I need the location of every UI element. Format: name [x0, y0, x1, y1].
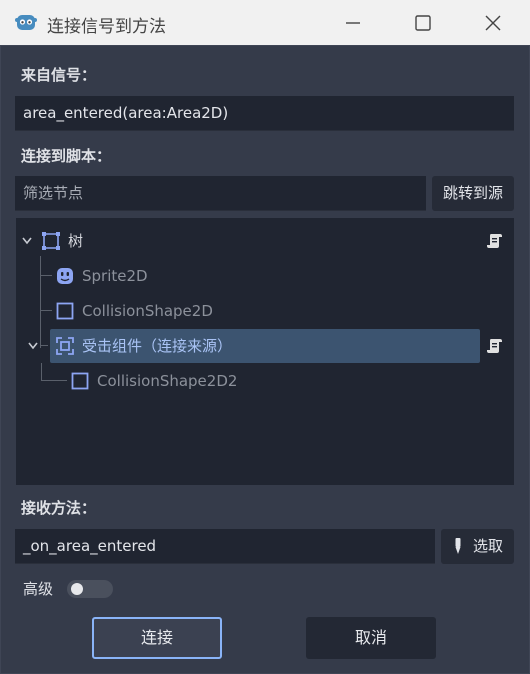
cancel-button[interactable]: 取消: [306, 617, 436, 659]
method-input[interactable]: _on_area_entered: [15, 529, 435, 564]
window-title: 连接信号到方法: [47, 17, 166, 37]
connect-button[interactable]: 连接: [92, 617, 222, 659]
pick-method-label: 选取: [473, 537, 504, 555]
script-icon[interactable]: [486, 337, 504, 355]
advanced-label: 高级: [23, 580, 54, 598]
method-label: 接收方法：: [21, 499, 97, 517]
tree-item-collision-shape-2[interactable]: CollisionShape2D2: [16, 364, 514, 398]
collision-shape-icon: [71, 372, 89, 390]
toggle-knob: [71, 583, 83, 595]
minimize-icon: [346, 22, 360, 24]
tree-item-label: Sprite2D: [82, 267, 148, 285]
pick-method-button[interactable]: 选取: [441, 529, 514, 564]
tree-item-hit-component[interactable]: 受击组件（连接来源）: [28, 329, 480, 363]
chevron-down-icon[interactable]: [28, 342, 38, 350]
tree-guide-line: [40, 345, 48, 346]
title-bar: 连接信号到方法: [0, 0, 530, 45]
tree-item-label: 树: [68, 232, 84, 250]
tree-item-sprite2d[interactable]: Sprite2D: [16, 259, 514, 293]
node2d-icon: [42, 232, 60, 250]
tree-item-root[interactable]: 树: [16, 224, 514, 258]
godot-logo-icon: [15, 12, 37, 32]
close-button[interactable]: [456, 0, 528, 45]
close-icon: [485, 15, 501, 31]
maximize-button[interactable]: [386, 0, 458, 45]
goto-source-button[interactable]: 跳转到源: [432, 176, 514, 211]
signal-label: 来自信号：: [21, 66, 97, 84]
minimize-button[interactable]: [316, 0, 388, 45]
node-filter-input[interactable]: 筛选节点: [15, 176, 426, 211]
tree-item-label: 受击组件（连接来源）: [82, 337, 233, 355]
area2d-icon: [56, 337, 74, 355]
tree-item-label: CollisionShape2D2: [97, 372, 238, 390]
scene-tree[interactable]: 树 Sprite2D CollisionShape2D 受击组件（连接来源） C…: [16, 218, 514, 485]
collision-shape-icon: [56, 302, 74, 320]
signal-field: area_entered(area:Area2D): [15, 96, 514, 131]
tree-item-label: CollisionShape2D: [82, 302, 213, 320]
script-icon[interactable]: [486, 232, 504, 250]
sprite2d-icon: [57, 268, 73, 284]
script-label: 连接到脚本：: [21, 147, 112, 165]
pick-icon: [455, 538, 461, 554]
advanced-toggle[interactable]: [67, 580, 113, 598]
maximize-icon: [415, 15, 431, 31]
tree-item-collision-shape[interactable]: CollisionShape2D: [16, 294, 514, 328]
chevron-down-icon[interactable]: [22, 237, 32, 245]
